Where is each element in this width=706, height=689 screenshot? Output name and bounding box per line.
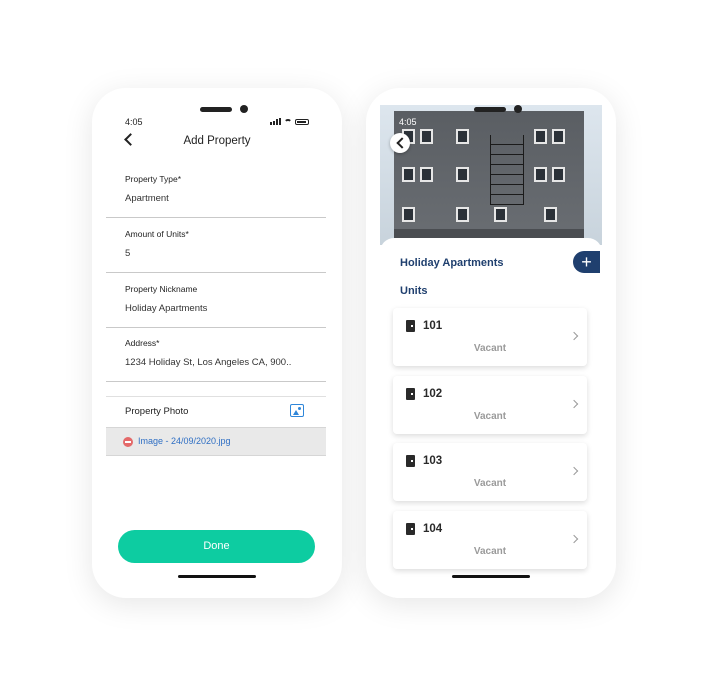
signal-icon <box>270 118 281 125</box>
nickname-field[interactable]: Property Nickname Holiday Apartments <box>106 284 326 328</box>
chevron-right-icon <box>569 399 579 409</box>
unit-status: Vacant <box>473 478 507 489</box>
unit-number: 102 <box>423 388 443 400</box>
attachment-row: Image - 24/09/2020.jpg <box>106 427 326 456</box>
unit-card[interactable]: 102 Vacant <box>393 376 587 434</box>
field-label: Property Type* <box>125 174 182 184</box>
door-icon <box>406 523 415 535</box>
property-type-field[interactable]: Property Type* Apartment <box>106 174 326 218</box>
home-indicator <box>452 575 530 578</box>
unit-number: 104 <box>423 523 443 535</box>
status-time: 4:05 <box>399 117 417 127</box>
chevron-right-icon <box>569 466 579 476</box>
image-icon[interactable] <box>290 404 304 417</box>
chevron-right-icon <box>569 534 579 544</box>
door-icon <box>406 388 415 400</box>
home-indicator <box>178 575 256 578</box>
unit-number: 101 <box>423 320 443 332</box>
units-amount-field[interactable]: Amount of Units* 5 <box>106 229 326 273</box>
field-value[interactable]: 5 <box>125 248 130 259</box>
page-title: Add Property <box>183 135 251 147</box>
door-icon <box>406 320 415 332</box>
speaker-notch <box>474 107 506 112</box>
photo-label: Property Photo <box>125 406 189 417</box>
unit-status: Vacant <box>473 343 507 354</box>
door-icon <box>406 455 415 467</box>
unit-card[interactable]: 103 Vacant <box>393 443 587 501</box>
address-field[interactable]: Address* 1234 Holiday St, Los Angeles CA… <box>106 338 326 382</box>
back-button[interactable] <box>390 133 410 153</box>
unit-status: Vacant <box>473 411 507 422</box>
battery-icon <box>295 118 309 125</box>
wifi-icon <box>284 118 292 125</box>
field-label: Amount of Units* <box>125 229 189 239</box>
units-sheet: Holiday Apartments + Units 101 Vacant 10… <box>380 238 602 598</box>
field-value[interactable]: Apartment <box>125 193 169 204</box>
camera-dot <box>240 105 248 113</box>
chevron-right-icon <box>569 331 579 341</box>
section-divider <box>106 396 326 397</box>
add-property-phone: 4:05 Add Property Property Type* Apartme… <box>92 88 342 598</box>
property-name: Holiday Apartments <box>400 257 504 269</box>
status-icons <box>270 118 309 125</box>
property-detail-phone: 4:05 Holiday Apartments + Units 101 Vaca… <box>366 88 616 598</box>
building-image <box>394 111 584 245</box>
field-label: Property Nickname <box>125 284 198 294</box>
field-value[interactable]: Holiday Apartments <box>125 303 207 314</box>
unit-status: Vacant <box>473 546 507 557</box>
camera-dot <box>514 105 522 113</box>
add-unit-button[interactable]: + <box>573 251 600 273</box>
attachment-name[interactable]: Image - 24/09/2020.jpg <box>138 436 231 446</box>
units-heading: Units <box>400 285 428 297</box>
status-time: 4:05 <box>125 117 143 127</box>
unit-number: 103 <box>423 455 443 467</box>
unit-card[interactable]: 104 Vacant <box>393 511 587 569</box>
remove-icon[interactable] <box>123 437 133 447</box>
field-label: Address* <box>125 338 160 348</box>
field-value[interactable]: 1234 Holiday St, Los Angeles CA, 900.. <box>125 357 291 368</box>
speaker-notch <box>200 107 232 112</box>
done-button[interactable]: Done <box>118 530 315 563</box>
unit-card[interactable]: 101 Vacant <box>393 308 587 366</box>
